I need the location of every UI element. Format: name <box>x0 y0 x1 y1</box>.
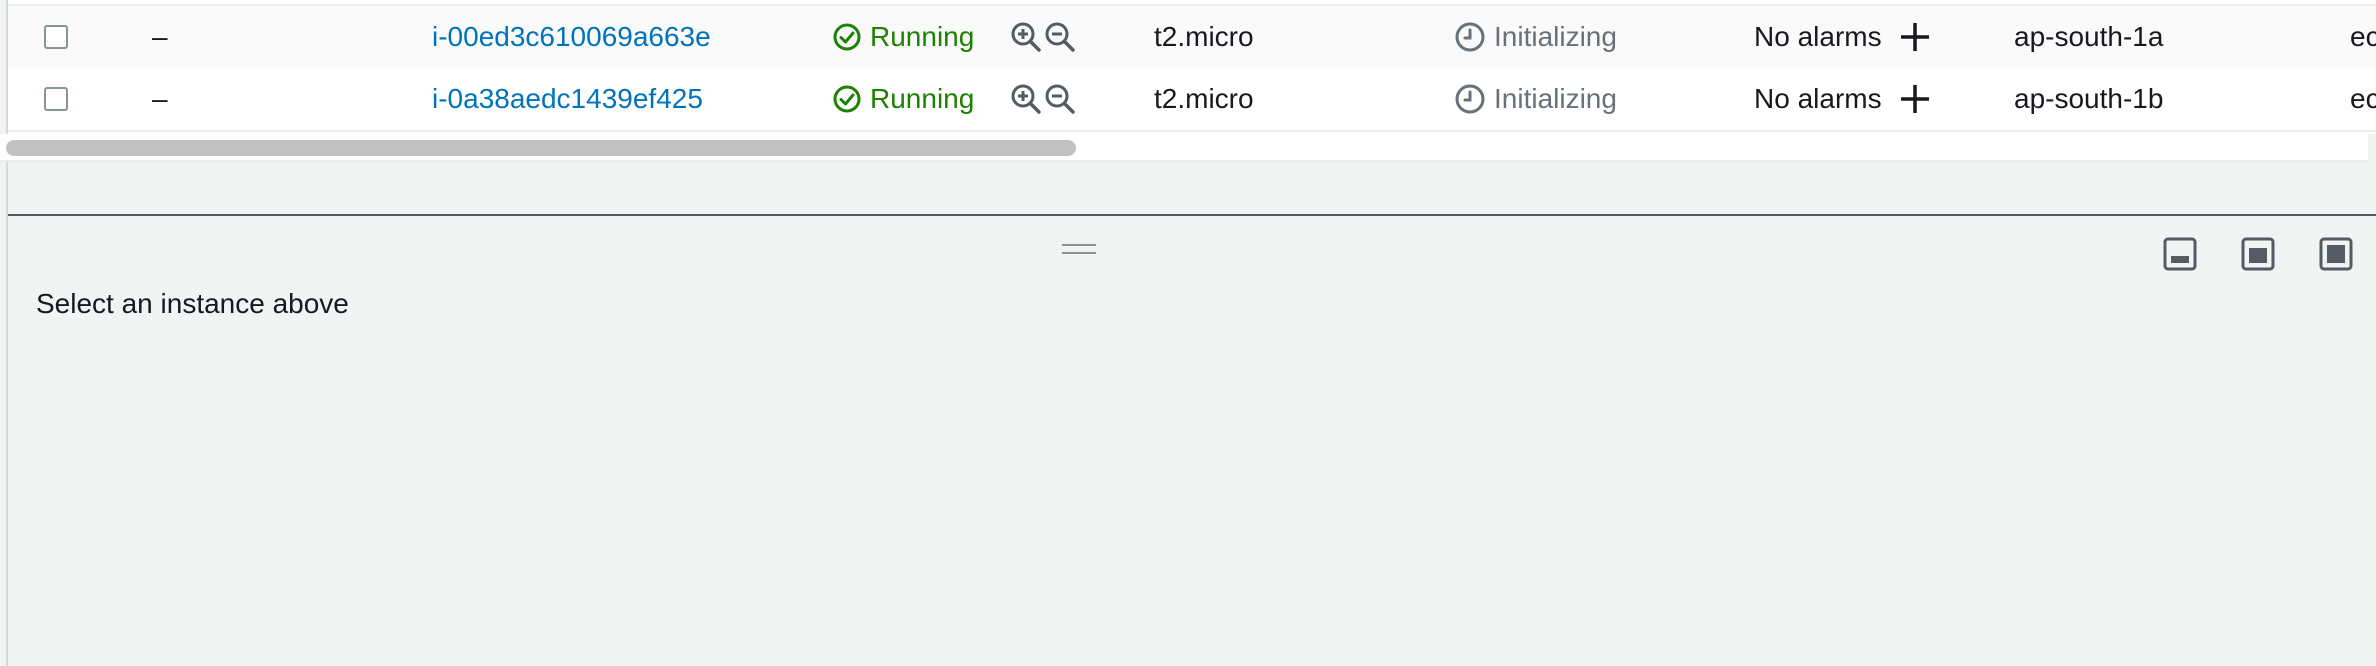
instances-table: – i-00ed3c610069a663e Running t2.micro I… <box>8 0 2376 134</box>
alarm-status-label: No alarms <box>1754 21 1882 52</box>
alarm-status: No alarms <box>1754 6 1932 68</box>
plus-icon[interactable] <box>1898 82 1932 116</box>
instance-type: t2.micro <box>1154 21 1254 52</box>
zoom-out-icon[interactable] <box>1044 83 1076 115</box>
horizontal-scrollbar[interactable] <box>0 134 2368 162</box>
instance-type: t2.micro <box>1154 83 1254 114</box>
instance-state: Running <box>832 68 974 130</box>
row-checkbox[interactable] <box>44 25 68 49</box>
zoom-in-icon[interactable] <box>1010 83 1042 115</box>
panel-bottom-icon[interactable] <box>2162 236 2198 272</box>
table-row[interactable]: – i-0a38aedc1439ef425 Running t2.micro I… <box>8 68 2376 132</box>
instance-state-label: Running <box>870 83 975 114</box>
ec2-instances-view: – i-00ed3c610069a663e Running t2.micro I… <box>0 0 2376 666</box>
check-circle-icon <box>833 85 861 113</box>
row-select-cell <box>44 68 68 130</box>
check-circle-icon <box>833 23 861 51</box>
zoom-in-icon[interactable] <box>1010 21 1042 53</box>
alarm-status: No alarms <box>1754 68 1932 130</box>
scrollbar-thumb[interactable] <box>6 140 1076 156</box>
instance-state: Running <box>832 6 974 68</box>
instance-name: – <box>152 21 168 52</box>
status-check: Initializing <box>1454 68 1617 130</box>
zoom-controls <box>1010 68 1078 130</box>
table-footer-gap <box>8 162 2376 214</box>
clock-icon <box>1455 84 1485 114</box>
clock-icon <box>1455 22 1485 52</box>
row-select-cell <box>44 6 68 68</box>
panel-full-icon[interactable] <box>2318 236 2354 272</box>
split-detail-panel: Select an instance above <box>8 216 2376 666</box>
zoom-out-icon[interactable] <box>1044 21 1076 53</box>
availability-zone: ap-south-1a <box>2014 21 2164 52</box>
status-check: Initializing <box>1454 6 1617 68</box>
plus-icon[interactable] <box>1898 20 1932 54</box>
instance-state-label: Running <box>870 21 975 52</box>
zoom-controls <box>1010 6 1078 68</box>
status-check-label: Initializing <box>1494 83 1617 114</box>
panel-side-icon[interactable] <box>2240 236 2276 272</box>
instance-id-link[interactable]: i-00ed3c610069a663e <box>432 6 711 68</box>
public-dns: ec <box>2350 83 2376 114</box>
empty-selection-message: Select an instance above <box>36 288 349 319</box>
table-row[interactable]: – i-00ed3c610069a663e Running t2.micro I… <box>8 4 2376 70</box>
instance-id-link[interactable]: i-0a38aedc1439ef425 <box>432 68 703 130</box>
row-checkbox[interactable] <box>44 87 68 111</box>
alarm-status-label: No alarms <box>1754 83 1882 114</box>
availability-zone: ap-south-1b <box>2014 83 2164 114</box>
public-dns: ec <box>2350 21 2376 52</box>
instance-name: – <box>152 83 168 114</box>
status-check-label: Initializing <box>1494 21 1617 52</box>
resize-handle-icon[interactable] <box>1062 244 1096 258</box>
